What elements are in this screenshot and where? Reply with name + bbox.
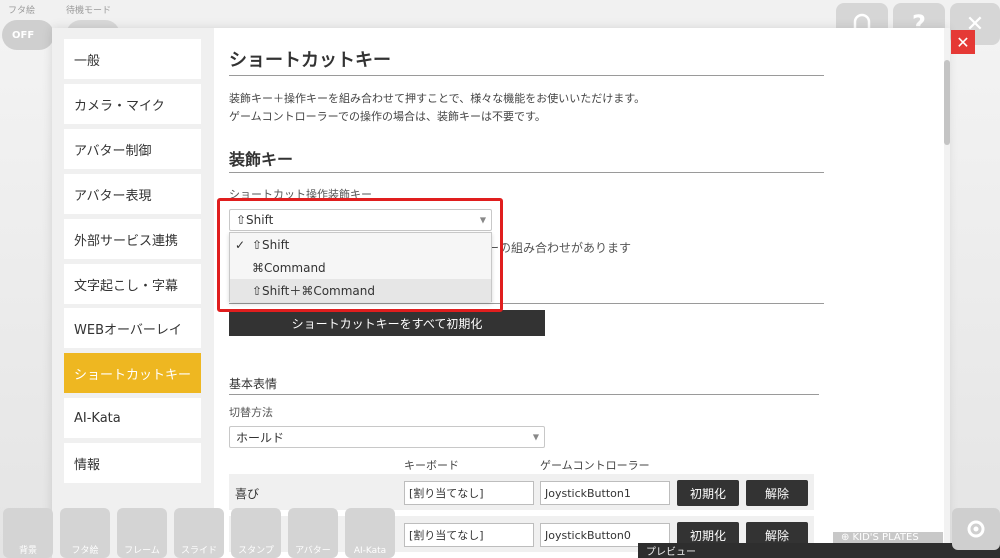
sidebar-item-info[interactable]: 情報 [64, 443, 201, 483]
sidebar-item-general[interactable]: 一般 [64, 39, 201, 79]
tool-label: フタ絵 [71, 546, 99, 556]
switch-method-label: 切替方法 [229, 406, 273, 419]
sidebar-item-label: 一般 [74, 53, 101, 69]
tool-label: 背景 [18, 546, 37, 556]
sidebar-item-external-services[interactable]: 外部サービス連携 [64, 219, 201, 259]
basic-expression-title: 基本表情 [229, 377, 278, 391]
tool-background[interactable]: 背景 [3, 508, 53, 558]
sidebar-item-label: AI-Kata [74, 410, 121, 426]
futa-label: フタ絵 [8, 6, 36, 16]
column-header-keyboard: キーボード [404, 459, 459, 472]
preview-bar: プレビュー [638, 543, 1000, 558]
sidebar-item-avatar-expression[interactable]: アバター表現 [64, 174, 201, 214]
switch-method-value: ホールド [236, 430, 285, 445]
title-divider [229, 75, 824, 76]
dropdown-option-label: ⌘Command [252, 260, 326, 275]
modifier-selected-value: ⇧Shift [236, 213, 274, 227]
tool-frame[interactable]: フレーム [117, 508, 167, 558]
sidebar-item-label: ショートカットキー [74, 367, 192, 383]
column-header-gamepad: ゲームコントローラー [540, 459, 650, 472]
sidebar-item-label: 文字起こし・字幕 [74, 278, 179, 294]
basic-expression-divider [229, 394, 819, 395]
chevron-down-icon: ▼ [532, 432, 539, 442]
toggle-value: OFF [12, 29, 35, 41]
scrollbar-thumb[interactable] [944, 60, 950, 145]
modifier-section-title: 装飾キー [229, 150, 294, 169]
sidebar-item-transcription[interactable]: 文字起こし・字幕 [64, 264, 201, 304]
modifier-dropdown-list: ✓ ⇧Shift ⌘Command ⇧Shift＋⌘Command [229, 232, 492, 302]
tool-ai-kata[interactable]: AI-Kata [345, 508, 395, 558]
settings-sidebar: 一般 カメラ・マイク アバター制御 アバター表現 外部サービス連携 文字起こし・… [52, 28, 214, 558]
keyboard-binding-field[interactable]: [割り当てなし] [404, 481, 534, 505]
dropdown-option-label: ⇧Shift [252, 237, 290, 252]
dropdown-option-command[interactable]: ⌘Command [230, 256, 491, 279]
sidebar-item-label: カメラ・マイク [74, 98, 165, 114]
sidebar-item-label: 情報 [74, 457, 101, 473]
conflict-warning: ーの組み合わせがあります [487, 241, 632, 255]
bottom-toolbar: 背景 フタ絵 フレーム スライド スタンプ アバター AI-Kata [0, 508, 640, 558]
settings-button[interactable] [952, 508, 1000, 550]
tool-label: スライド [180, 546, 217, 556]
tool-label: AI-Kata [353, 546, 387, 556]
tool-stamp[interactable]: スタンプ [231, 508, 281, 558]
gear-icon [967, 520, 985, 538]
close-icon: ✕ [956, 32, 970, 52]
sidebar-item-shortcut-keys[interactable]: ショートカットキー [64, 353, 201, 393]
reset-row-button[interactable]: 初期化 [677, 480, 739, 506]
row-label: 喜び [235, 487, 260, 501]
dropdown-option-shift-command[interactable]: ⇧Shift＋⌘Command [230, 279, 491, 302]
tool-label: フレーム [124, 546, 160, 556]
sidebar-item-label: アバター制御 [74, 143, 152, 159]
gamepad-binding-field[interactable]: JoystickButton1 [540, 481, 670, 505]
tool-label: スタンプ [238, 546, 274, 556]
modifier-field-label: ショートカット操作装飾キー [229, 188, 372, 201]
tool-avatar[interactable]: アバター [288, 508, 338, 558]
sidebar-item-label: 外部サービス連携 [74, 233, 179, 249]
sidebar-item-camera-mic[interactable]: カメラ・マイク [64, 84, 201, 124]
table-row: 喜び [割り当てなし] JoystickButton1 初期化 解除 [229, 474, 814, 510]
chevron-down-icon: ▼ [479, 215, 486, 225]
settings-modal: 一般 カメラ・マイク アバター制御 アバター表現 外部サービス連携 文字起こし・… [52, 28, 948, 558]
modifier-section-divider [229, 172, 824, 173]
modal-close-button[interactable]: ✕ [951, 30, 975, 54]
modifier-bottom-divider [229, 303, 824, 304]
tool-label: アバター [295, 546, 331, 556]
tool-futa[interactable]: フタ絵 [60, 508, 110, 558]
reset-all-shortcuts-button[interactable]: ショートカットキーをすべて初期化 [229, 310, 545, 336]
futa-toggle[interactable]: OFF [2, 20, 54, 50]
dropdown-option-shift[interactable]: ✓ ⇧Shift [230, 233, 491, 256]
standby-label: 待機モード [66, 6, 112, 16]
description-line-1: 装飾キー＋操作キーを組み合わせて押すことで、様々な機能をお使いいただけます。 [229, 92, 646, 105]
modifier-select[interactable]: ⇧Shift ▼ [229, 209, 492, 231]
description-line-2: ゲームコントローラーでの操作の場合は、装飾キーは不要です。 [229, 110, 546, 123]
sidebar-item-web-overlay[interactable]: WEBオーバーレイ [64, 308, 201, 348]
check-icon: ✓ [235, 237, 246, 252]
page-title: ショートカットキー [229, 50, 391, 71]
sidebar-item-ai-kata[interactable]: AI-Kata [64, 398, 201, 438]
dropdown-option-label: ⇧Shift＋⌘Command [252, 284, 376, 298]
tool-slide[interactable]: スライド [174, 508, 224, 558]
switch-method-select[interactable]: ホールド ▼ [229, 426, 545, 448]
sidebar-item-avatar-control[interactable]: アバター制御 [64, 129, 201, 169]
clear-row-button[interactable]: 解除 [746, 480, 808, 506]
sidebar-item-label: WEBオーバーレイ [74, 322, 182, 338]
sidebar-item-label: アバター表現 [74, 188, 152, 204]
